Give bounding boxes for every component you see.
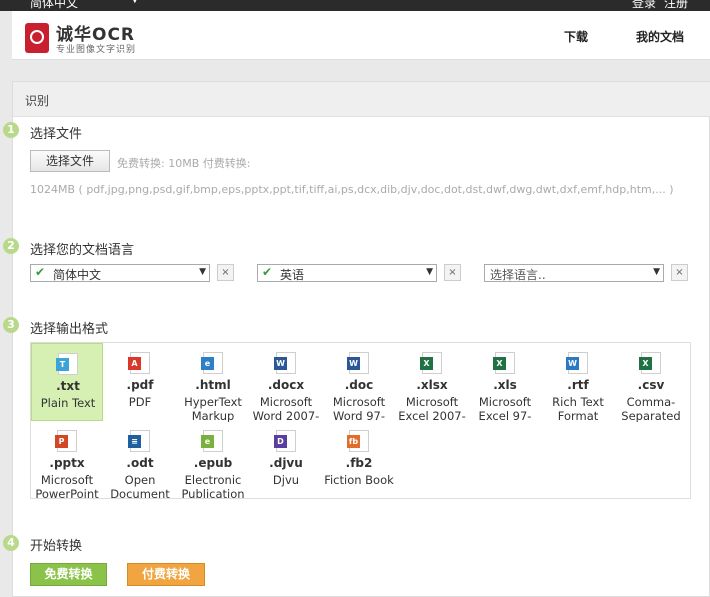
language-clear-2-button[interactable]: × xyxy=(444,264,461,281)
nav-my-docs-link[interactable]: 我的文档 xyxy=(636,28,684,45)
format-option-html[interactable]: e .html HyperText Markup Language xyxy=(177,343,249,422)
format-ext: .fb2 xyxy=(345,456,373,470)
format-desc: Fiction Book xyxy=(324,473,394,487)
output-format-grid: T .txt Plain Text A .pdf PDF e .html Hyp… xyxy=(30,342,691,500)
format-option-rtf[interactable]: W .rtf Rich Text Format xyxy=(542,343,614,422)
logo-subtitle: 专业图像文字识别 xyxy=(56,45,137,55)
djvu-file-icon: D xyxy=(274,430,296,452)
format-desc: Microsoft Excel 97-2003 xyxy=(478,395,532,422)
txt-file-icon: T xyxy=(56,353,78,375)
language-select-3-placeholder: 选择语言.. xyxy=(490,268,546,282)
format-ext: .pptx xyxy=(49,456,85,470)
supported-formats-text: 1024MB ( pdf,jpg,png,psd,gif,bmp,eps,ppt… xyxy=(30,183,674,196)
chevron-down-icon: ▼ xyxy=(653,267,660,277)
panel-header: 识别 xyxy=(13,82,710,117)
format-option-fb2[interactable]: fb .fb2 Fiction Book xyxy=(323,421,395,499)
step-1-badge: 1 xyxy=(3,122,19,138)
format-option-csv[interactable]: X .csv Comma-Separated Values xyxy=(615,343,687,422)
pdf-file-icon: A xyxy=(128,352,150,374)
step-4-badge: 4 xyxy=(3,535,19,551)
html-file-icon: e xyxy=(201,352,223,374)
step-1-title: 选择文件 xyxy=(30,127,83,142)
format-ext: .rtf xyxy=(567,378,589,392)
site-header: 诚华OCR 专业图像文字识别 下载 我的文档 xyxy=(12,11,710,60)
format-desc: Microsoft Excel 2007-2019 xyxy=(398,395,466,422)
format-ext: .xlsx xyxy=(416,378,448,392)
format-option-pptx[interactable]: P .pptx Microsoft PowerPoint xyxy=(31,421,103,500)
chevron-down-icon: ▼ xyxy=(199,267,206,277)
checkmark-icon: ✔ xyxy=(262,265,273,279)
format-ext: .pdf xyxy=(126,378,154,392)
step-2-title: 选择您的文档语言 xyxy=(30,243,135,258)
top-strip: 简体中文 ▼ 登录 注册 xyxy=(0,0,710,11)
format-desc: Rich Text Format xyxy=(552,395,604,422)
rtf-file-icon: W xyxy=(566,352,588,374)
format-option-djvu[interactable]: D .djvu Djvu xyxy=(250,421,322,499)
language-select-2-value: 英语 xyxy=(280,268,305,282)
choose-file-button[interactable]: 选择文件 xyxy=(30,150,110,172)
chevron-down-icon: ▼ xyxy=(426,267,433,277)
format-ext: .odt xyxy=(126,456,154,470)
language-switcher[interactable]: 简体中文 xyxy=(30,0,78,11)
paid-convert-button[interactable]: 付费转换 xyxy=(127,563,205,586)
doc-file-icon: W xyxy=(347,352,369,374)
language-select-1[interactable]: ✔ 简体中文 ▼ xyxy=(30,264,210,282)
format-ext: .doc xyxy=(344,378,374,392)
panel-title: 识别 xyxy=(25,94,50,108)
format-desc: Microsoft PowerPoint xyxy=(35,473,99,500)
register-link[interactable]: 注册 xyxy=(664,0,688,11)
format-desc: Comma-Separated Values xyxy=(621,395,681,422)
format-option-xlsx[interactable]: X .xlsx Microsoft Excel 2007-2019 xyxy=(396,343,468,422)
format-desc: PDF xyxy=(128,395,152,409)
format-desc: Open Document Text xyxy=(110,473,170,500)
format-ext: .djvu xyxy=(269,456,303,470)
format-ext: .txt xyxy=(56,379,80,393)
epub-file-icon: e xyxy=(201,430,223,452)
nav-download-link[interactable]: 下载 xyxy=(564,28,588,45)
format-ext: .xls xyxy=(493,378,517,392)
language-clear-1-button[interactable]: × xyxy=(217,264,234,281)
format-desc: Electronic Publication xyxy=(181,473,245,500)
checkmark-icon: ✔ xyxy=(35,265,46,279)
format-option-doc[interactable]: W .doc Microsoft Word 97-2003 xyxy=(323,343,395,422)
format-option-xls[interactable]: X .xls Microsoft Excel 97-2003 xyxy=(469,343,541,422)
format-option-pdf[interactable]: A .pdf PDF xyxy=(104,343,176,421)
format-desc: Microsoft Word 97-2003 xyxy=(332,395,386,422)
language-select-3[interactable]: 选择语言.. ▼ xyxy=(484,264,664,282)
format-ext: .epub xyxy=(193,456,233,470)
format-desc: Microsoft Word 2007-2019 xyxy=(252,395,320,422)
step-2-badge: 2 xyxy=(3,238,19,254)
format-option-txt[interactable]: T .txt Plain Text xyxy=(31,343,103,421)
format-desc: Djvu xyxy=(272,473,300,487)
logo-icon[interactable] xyxy=(25,23,49,53)
xlsx-file-icon: X xyxy=(420,352,442,374)
size-limit-text: 免费转换: 10MB 付费转换: xyxy=(117,157,251,170)
docx-file-icon: W xyxy=(274,352,296,374)
pptx-file-icon: P xyxy=(55,430,77,452)
format-option-epub[interactable]: e .epub Electronic Publication xyxy=(177,421,249,500)
format-desc: Plain Text xyxy=(40,396,96,410)
login-link[interactable]: 登录 xyxy=(632,0,656,11)
language-select-2[interactable]: ✔ 英语 ▼ xyxy=(257,264,437,282)
language-select-1-value: 简体中文 xyxy=(53,268,102,282)
language-clear-3-button[interactable]: × xyxy=(671,264,688,281)
format-option-odt[interactable]: ≡ .odt Open Document Text xyxy=(104,421,176,500)
format-desc: HyperText Markup Language xyxy=(184,395,242,422)
format-ext: .docx xyxy=(267,378,305,392)
step-3-title: 选择输出格式 xyxy=(30,322,109,337)
free-convert-button[interactable]: 免费转换 xyxy=(30,563,107,586)
format-ext: .html xyxy=(195,378,231,392)
csv-file-icon: X xyxy=(639,352,661,374)
step-4-title: 开始转换 xyxy=(30,539,83,554)
format-option-docx[interactable]: W .docx Microsoft Word 2007-2019 xyxy=(250,343,322,422)
odt-file-icon: ≡ xyxy=(128,430,150,452)
format-ext: .csv xyxy=(637,378,665,392)
fb2-file-icon: fb xyxy=(347,430,369,452)
chevron-down-icon[interactable]: ▼ xyxy=(131,0,139,5)
step-3-badge: 3 xyxy=(3,317,19,333)
xls-file-icon: X xyxy=(493,352,515,374)
